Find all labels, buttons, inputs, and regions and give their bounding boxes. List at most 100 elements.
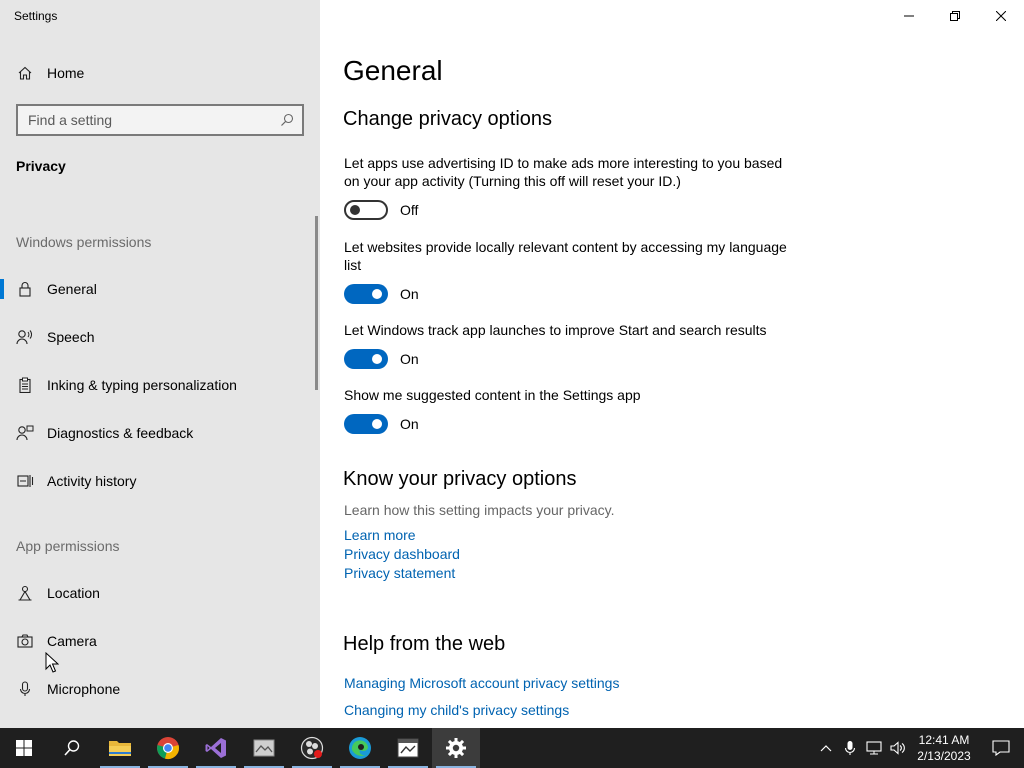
clock-time: 12:41 AM	[918, 733, 970, 747]
notification-icon	[992, 740, 1010, 756]
sidebar-item-location[interactable]: Location	[0, 573, 320, 613]
clipboard-icon	[16, 376, 34, 394]
speech-icon	[16, 328, 34, 346]
sidebar-item-label: Speech	[47, 329, 95, 345]
advertising-id-toggle[interactable]	[344, 200, 388, 220]
volume-icon	[890, 741, 905, 755]
child-privacy-link[interactable]: Changing my child's privacy settings	[344, 702, 569, 718]
privacy-heading: Privacy	[16, 158, 66, 174]
volume-tray-icon[interactable]	[886, 728, 910, 768]
sidebar-item-label: Microphone	[47, 681, 121, 697]
sidebar-item-diagnostics[interactable]: Diagnostics & feedback	[0, 413, 320, 453]
close-button[interactable]	[978, 0, 1024, 32]
chevron-up-icon	[820, 745, 832, 752]
microsoft-account-privacy-link[interactable]: Managing Microsoft account privacy setti…	[344, 675, 619, 691]
suggested-content-description: Show me suggested content in the Setting…	[344, 387, 641, 403]
search-icon[interactable]	[272, 113, 302, 127]
mouse-cursor-icon	[45, 651, 60, 679]
feedback-icon	[16, 424, 34, 442]
edge-icon	[349, 737, 371, 759]
sidebar-item-label: Location	[47, 585, 100, 601]
app-icon	[253, 739, 275, 757]
microphone-icon	[844, 741, 856, 755]
sidebar-item-label: Inking & typing personalization	[47, 377, 237, 393]
start-button[interactable]	[0, 728, 48, 768]
taskbar-obs[interactable]	[288, 728, 336, 768]
toggle-state-label: On	[400, 351, 419, 367]
sidebar: Settings Home Privacy Windows permission…	[0, 0, 320, 728]
windows-permissions-heading: Windows permissions	[16, 234, 152, 250]
home-icon	[16, 64, 34, 82]
visual-studio-icon	[205, 738, 226, 758]
change-privacy-heading: Change privacy options	[343, 108, 553, 130]
taskbar-visual-studio[interactable]	[192, 728, 240, 768]
toggle-state-label: Off	[400, 202, 419, 218]
minimize-button[interactable]	[886, 0, 932, 32]
search-box[interactable]	[16, 104, 304, 136]
advertising-id-description: Let apps use advertising ID to make ads …	[344, 155, 783, 189]
lock-icon	[16, 280, 34, 298]
taskbar-search-button[interactable]	[48, 728, 96, 768]
taskbar-app[interactable]	[240, 728, 288, 768]
network-icon	[866, 741, 882, 755]
language-list-setting: On	[344, 284, 419, 304]
sidebar-item-inking[interactable]: Inking & typing personalization	[0, 365, 320, 405]
app-title: Settings	[14, 9, 58, 23]
toggle-state-label: On	[400, 286, 419, 302]
know-privacy-description: Learn how this setting impacts your priv…	[344, 502, 615, 518]
privacy-statement-link[interactable]: Privacy statement	[344, 565, 455, 581]
chrome-icon	[157, 737, 179, 759]
nav-home-label: Home	[47, 65, 85, 81]
camera-icon	[16, 632, 34, 650]
sidebar-item-label: Activity history	[47, 473, 137, 489]
taskbar: 12:41 AM 2/13/2023	[0, 728, 1024, 768]
know-privacy-heading: Know your privacy options	[343, 468, 577, 490]
nav-home[interactable]: Home	[0, 53, 320, 93]
restore-button[interactable]	[932, 0, 978, 32]
taskbar-chrome[interactable]	[144, 728, 192, 768]
suggested-content-toggle[interactable]	[344, 414, 388, 434]
sidebar-item-speech[interactable]: Speech	[0, 317, 320, 357]
sidebar-item-activity[interactable]: Activity history	[0, 461, 320, 501]
privacy-dashboard-link[interactable]: Privacy dashboard	[344, 546, 460, 562]
window-controls	[886, 0, 1024, 32]
taskbar-edge[interactable]	[336, 728, 384, 768]
microphone-icon	[16, 680, 34, 698]
sidebar-item-label: Camera	[47, 633, 97, 649]
sidebar-item-label: Diagnostics & feedback	[47, 425, 194, 441]
page-title: General	[343, 55, 443, 86]
app-launch-tracking-description: Let Windows track app launches to improv…	[344, 322, 767, 338]
taskbar-photos[interactable]	[384, 728, 432, 768]
start-icon	[16, 740, 32, 756]
sidebar-item-label: General	[47, 281, 97, 297]
taskbar-file-explorer[interactable]	[96, 728, 144, 768]
action-center-button[interactable]	[978, 728, 1024, 768]
toggle-state-label: On	[400, 416, 419, 432]
network-tray-icon[interactable]	[862, 728, 886, 768]
search-input[interactable]	[18, 112, 272, 128]
app-launch-tracking-toggle[interactable]	[344, 349, 388, 369]
activity-icon	[16, 472, 34, 490]
app-launch-tracking-setting: On	[344, 349, 419, 369]
search-icon	[64, 740, 80, 756]
advertising-id-setting: Off	[344, 200, 418, 220]
clock[interactable]: 12:41 AM 2/13/2023	[910, 732, 978, 764]
sidebar-scrollbar[interactable]	[315, 216, 318, 390]
clock-date: 2/13/2023	[917, 749, 971, 763]
file-explorer-icon	[109, 741, 131, 756]
show-hidden-icons-button[interactable]	[814, 728, 838, 768]
learn-more-link[interactable]: Learn more	[344, 527, 416, 543]
language-list-toggle[interactable]	[344, 284, 388, 304]
help-web-heading: Help from the web	[343, 633, 506, 655]
language-list-description: Let websites provide locally relevant co…	[344, 239, 787, 273]
obs-icon	[300, 736, 324, 760]
main-content: General Change privacy options Let apps …	[320, 0, 1024, 728]
app-permissions-heading: App permissions	[16, 538, 120, 554]
sidebar-item-general[interactable]: General	[0, 269, 320, 309]
location-icon	[16, 584, 34, 602]
microphone-tray-icon[interactable]	[838, 728, 862, 768]
taskbar-settings[interactable]	[432, 728, 480, 768]
photos-icon	[397, 738, 419, 758]
suggested-content-setting: On	[344, 414, 419, 434]
settings-icon	[446, 738, 466, 758]
